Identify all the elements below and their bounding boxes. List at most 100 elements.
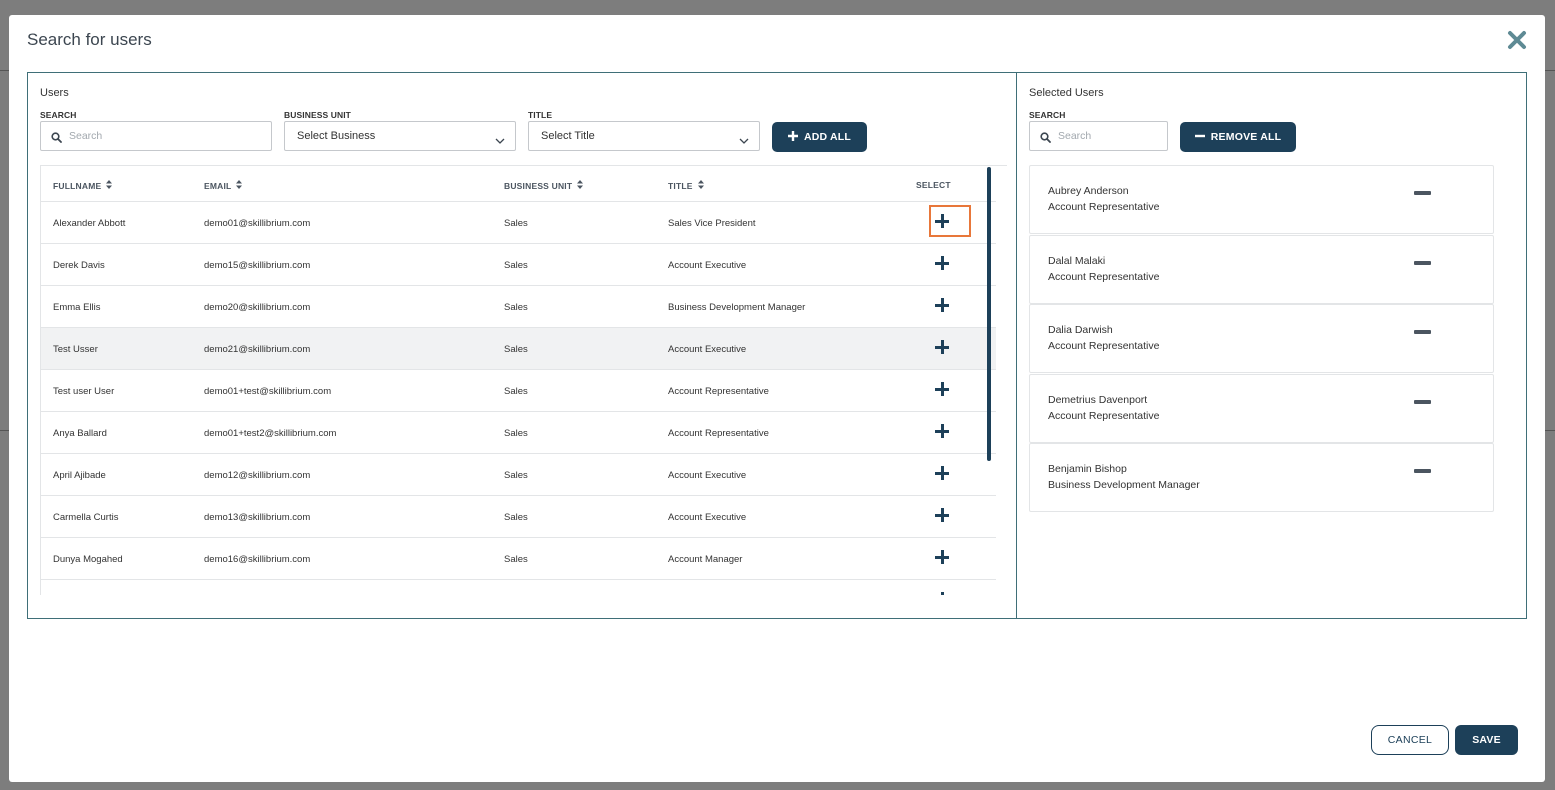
selected-user-name: Demetrius Davenport — [1048, 394, 1148, 406]
users-panel: Users SEARCH BUSINESS UNIT Select Busine… — [28, 73, 1017, 618]
selected-user-title: Account Representative — [1048, 271, 1160, 283]
cell-business-unit: Sales — [504, 470, 528, 481]
search-icon — [1040, 130, 1051, 148]
cancel-button[interactable]: CANCEL — [1371, 725, 1449, 755]
sort-icon — [236, 180, 243, 191]
cell-email: demo15@skillibrium.com — [204, 260, 311, 271]
search-label: SEARCH — [40, 110, 77, 120]
column-header-title[interactable]: TITLE — [668, 180, 704, 191]
table-row: Carmella Curtis demo13@skillibrium.com S… — [41, 496, 996, 538]
remove-user-minus-icon[interactable] — [1414, 400, 1431, 404]
table-row: Anya Ballard demo01+test2@skillibrium.co… — [41, 412, 996, 454]
search-users-modal: Search for users Users SEARCH BUSINESS U… — [9, 15, 1545, 782]
column-header-fullname[interactable]: FULLNAME — [53, 180, 113, 191]
column-header-email[interactable]: EMAIL — [204, 180, 243, 191]
selected-user-title: Business Development Manager — [1048, 479, 1200, 491]
cell-fullname: Emma Ellis — [53, 302, 101, 313]
remove-all-button[interactable]: REMOVE ALL — [1180, 122, 1296, 152]
cell-business-unit: Sales — [504, 428, 528, 439]
table-row: April Ajibade demo12@skillibrium.com Sal… — [41, 454, 996, 496]
selected-users-panel: Selected Users SEARCH REMOVE ALL Aubrey … — [1017, 73, 1526, 618]
table-row: Derek Davis demo15@skillibrium.com Sales… — [41, 244, 996, 286]
remove-user-minus-icon[interactable] — [1414, 330, 1431, 334]
business-unit-select[interactable]: Select Business — [284, 121, 516, 151]
cell-title: Account Representative — [668, 428, 769, 439]
add-all-label: ADD ALL — [803, 131, 852, 143]
background-divider — [0, 430, 9, 431]
cell-title: Account Representative — [668, 386, 769, 397]
table-row: Test user User demo01+test@skillibrium.c… — [41, 370, 996, 412]
save-button[interactable]: SAVE — [1455, 725, 1518, 755]
cell-fullname: Alexander Abbott — [53, 218, 126, 229]
add-user-plus-icon[interactable] — [935, 508, 949, 522]
cell-business-unit: Sales — [504, 554, 528, 565]
title-label: TITLE — [528, 110, 553, 120]
users-search-input[interactable] — [69, 128, 265, 144]
selected-search-input[interactable] — [1058, 128, 1161, 144]
selected-users-title: Selected Users — [1029, 87, 1104, 99]
selected-user-item: Benjamin Bishop Business Development Man… — [1029, 443, 1494, 512]
modal-body: Users SEARCH BUSINESS UNIT Select Busine… — [27, 72, 1527, 619]
add-user-plus-icon[interactable] — [935, 382, 949, 396]
cell-title: Account Executive — [668, 470, 747, 481]
selected-user-name: Dalia Darwish — [1048, 324, 1113, 336]
sort-icon — [697, 180, 704, 191]
remove-user-minus-icon[interactable] — [1414, 469, 1431, 473]
add-user-plus-icon[interactable] — [935, 550, 949, 564]
add-user-plus-icon[interactable] — [935, 298, 949, 312]
cell-fullname: Anya Ballard — [53, 428, 107, 439]
sort-icon — [577, 180, 584, 191]
add-user-plus-icon[interactable] — [935, 340, 949, 354]
sort-icon — [106, 180, 113, 191]
column-header-business-unit[interactable]: BUSINESS UNIT — [504, 180, 584, 191]
selected-user-title: Account Representative — [1048, 410, 1160, 422]
cell-title: Account Executive — [668, 260, 747, 271]
cell-email: demo01@skillibrium.com — [204, 218, 311, 229]
background-page-fragment — [0, 0, 9, 790]
modal-title: Search for users — [27, 30, 152, 49]
business-unit-value: Select Business — [297, 130, 376, 142]
cell-fullname: Carmella Curtis — [53, 512, 119, 523]
selected-user-item: Demetrius Davenport Account Representati… — [1029, 374, 1494, 443]
add-all-button[interactable]: ADD ALL — [772, 122, 867, 152]
selected-user-name: Benjamin Bishop — [1048, 463, 1127, 475]
remove-user-minus-icon[interactable] — [1414, 261, 1431, 265]
cell-email: demo16@skillibrium.com — [204, 554, 311, 565]
chevron-down-icon — [495, 132, 505, 150]
table-row: Alexander Abbott demo01@skillibrium.com … — [41, 202, 996, 244]
selected-search-box — [1029, 121, 1168, 151]
selected-search-label: SEARCH — [1029, 110, 1066, 120]
add-user-plus-icon[interactable] — [935, 466, 949, 480]
cell-email: demo20@skillibrium.com — [204, 302, 311, 313]
search-icon — [51, 130, 62, 148]
table-row: Test Usser demo21@skillibrium.com Sales … — [41, 328, 996, 370]
cell-fullname: Dunya Mogahed — [53, 554, 123, 565]
cell-business-unit: Sales — [504, 512, 528, 523]
remove-user-minus-icon[interactable] — [1414, 191, 1431, 195]
cell-fullname: April Ajibade — [53, 470, 106, 481]
cell-business-unit: Sales — [504, 302, 528, 313]
close-icon[interactable] — [1507, 30, 1527, 50]
selected-user-item: Aubrey Anderson Account Representative — [1029, 165, 1494, 234]
background-divider — [1545, 430, 1555, 431]
plus-icon — [787, 130, 798, 144]
cell-title: Account Manager — [668, 554, 743, 565]
table-row: Emma Ellis demo20@skillibrium.com Sales … — [41, 286, 996, 328]
add-user-plus-icon[interactable] — [935, 256, 949, 270]
cell-email: demo13@skillibrium.com — [204, 512, 311, 523]
title-select[interactable]: Select Title — [528, 121, 760, 151]
cell-email: demo12@skillibrium.com — [204, 470, 311, 481]
selected-user-name: Dalal Malaki — [1048, 255, 1106, 267]
add-user-plus-icon[interactable] — [935, 592, 949, 595]
cell-business-unit: Sales — [504, 344, 528, 355]
add-user-plus-icon[interactable] — [935, 424, 949, 438]
add-user-plus-icon[interactable] — [935, 214, 949, 228]
selected-user-title: Account Representative — [1048, 201, 1160, 213]
cell-title: Sales Vice President — [668, 218, 756, 229]
scrollbar-thumb[interactable] — [987, 167, 991, 461]
table-scrollbar[interactable] — [986, 165, 992, 595]
cell-title: Account Executive — [668, 512, 747, 523]
background-divider — [0, 70, 9, 71]
cell-email: demo21@skillibrium.com — [204, 344, 311, 355]
cell-business-unit: Sales — [504, 386, 528, 397]
